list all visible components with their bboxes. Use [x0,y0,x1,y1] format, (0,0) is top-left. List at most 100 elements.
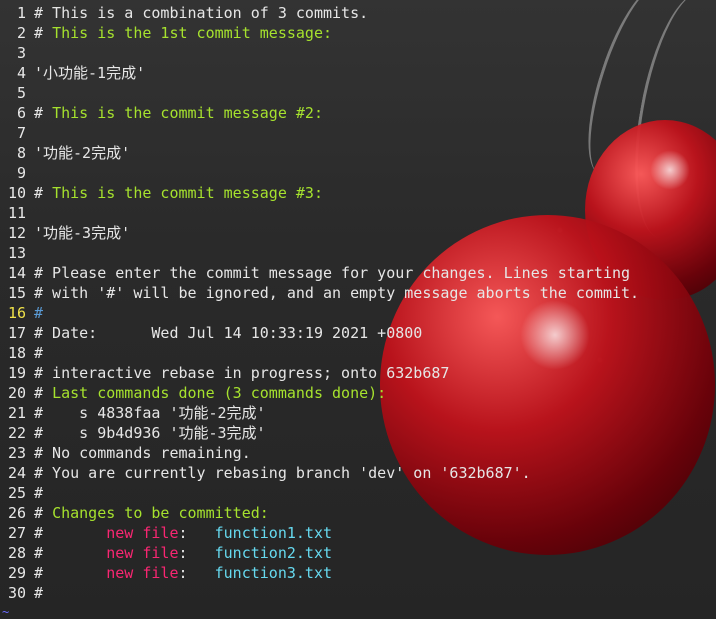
editor-line[interactable]: 12 '功能-3完成' [0,223,716,243]
editor-line[interactable]: 28 # new file: function2.txt [0,543,716,563]
line-text[interactable]: # [34,343,43,363]
line-number: 6 [16,104,26,122]
line-number: 5 [16,84,26,102]
line-number: 16 [7,304,26,322]
text-segment: : [178,564,215,582]
text-segment: # Date: Wed Jul 14 10:33:19 2021 +0800 [34,324,423,342]
text-segment: This is the commit message #3: [52,184,323,202]
text-segment: # [34,304,44,322]
line-number: 7 [16,124,26,142]
editor-line[interactable]: 14 # Please enter the commit message for … [0,263,716,283]
line-text[interactable]: # Last commands done (3 commands done): [34,383,386,403]
text-segment: new file [106,564,179,582]
text-segment: function2.txt [214,544,333,562]
line-text[interactable]: # new file: function2.txt [34,543,332,563]
editor-line[interactable]: 6 # This is the commit message #2: [0,103,716,123]
line-text[interactable]: '小功能-1完成' [34,63,145,83]
line-text[interactable]: '功能-3完成' [34,223,130,243]
editor-line[interactable]: 29 # new file: function3.txt [0,563,716,583]
line-text[interactable]: # Date: Wed Jul 14 10:33:19 2021 +0800 [34,323,422,343]
line-text[interactable]: # [34,583,43,603]
editor-line[interactable]: 11 [0,203,716,223]
editor-line[interactable]: 25 # [0,483,716,503]
editor-line[interactable]: 3 [0,43,716,63]
editor-line[interactable]: 1 # This is a combination of 3 commits. [0,3,716,23]
line-text[interactable]: # with '#' will be ignored, and an empty… [34,283,639,303]
line-text[interactable]: # [34,303,43,323]
text-segment: '功能-2完成' [34,144,131,162]
editor-line[interactable]: 20 # Last commands done (3 commands done)… [0,383,716,403]
text-segment: # This is a combination of 3 commits. [34,4,369,22]
text-segment: new file [106,524,179,542]
editor-line[interactable]: 21 # s 4838faa '功能-2完成' [0,403,716,423]
editor-line[interactable]: 2 # This is the 1st commit message: [0,23,716,43]
editor-line[interactable]: 24 # You are currently rebasing branch 'd… [0,463,716,483]
editor-line[interactable]: 17 # Date: Wed Jul 14 10:33:19 2021 +0800 [0,323,716,343]
line-text[interactable]: '功能-2完成' [34,143,130,163]
line-text[interactable]: # You are currently rebasing branch 'dev… [34,463,531,483]
line-text[interactable]: # This is the 1st commit message: [34,23,332,43]
line-number: 26 [7,504,26,522]
editor-line[interactable]: 13 [0,243,716,263]
text-segment: function3.txt [214,564,333,582]
text-segment: # [34,584,44,602]
line-number: 12 [7,224,26,242]
editor-line[interactable]: 22 # s 9b4d936 '功能-3完成' [0,423,716,443]
line-text[interactable]: # Changes to be committed: [34,503,269,523]
editor-line[interactable]: 30 # [0,583,716,603]
line-number: 29 [7,564,26,582]
text-segment: # No commands remaining. [34,444,251,462]
text-segment: # [34,504,53,522]
text-segment: : [178,524,215,542]
text-segment: # [34,564,107,582]
line-text[interactable]: # s 4838faa '功能-2完成' [34,403,266,423]
text-segment: '小功能-1完成' [34,64,146,82]
editor-line[interactable]: 7 [0,123,716,143]
editor-line[interactable]: 10 # This is the commit message #3: [0,183,716,203]
editor-line[interactable]: 16 # [0,303,716,323]
line-number: 8 [16,144,26,162]
editor-line[interactable]: 23 # No commands remaining. [0,443,716,463]
text-segment: # interactive rebase in progress; onto 6… [34,364,450,382]
line-number: 2 [16,24,26,42]
line-text[interactable]: # [34,483,43,503]
text-segment: This is the commit message #2: [52,104,323,122]
editor-line[interactable]: 15 # with '#' will be ignored, and an emp… [0,283,716,303]
text-segment: function1.txt [214,524,333,542]
text-segment: Last commands done (3 commands done): [52,384,387,402]
editor-line[interactable]: 26 # Changes to be committed: [0,503,716,523]
line-text[interactable]: # interactive rebase in progress; onto 6… [34,363,449,383]
editor-line[interactable]: 9 [0,163,716,183]
line-text[interactable]: # new file: function3.txt [34,563,332,583]
editor-line[interactable]: 8 '功能-2完成' [0,143,716,163]
line-text[interactable]: # s 9b4d936 '功能-3完成' [34,423,266,443]
editor-text-area[interactable]: 1 # This is a combination of 3 commits. 2 #… [0,3,716,603]
line-number: 28 [7,544,26,562]
line-number: 30 [7,584,26,602]
editor-line[interactable]: 5 [0,83,716,103]
line-text[interactable]: # No commands remaining. [34,443,251,463]
text-segment: # Please enter the commit message for yo… [34,264,631,282]
line-text[interactable]: # This is the commit message #2: [34,103,323,123]
line-text[interactable]: # This is a combination of 3 commits. [34,3,368,23]
editor-line[interactable]: 4 '小功能-1完成' [0,63,716,83]
line-text[interactable]: # new file: function1.txt [34,523,332,543]
text-segment: # s 9b4d936 '功能-3完成' [34,424,266,442]
line-text[interactable]: # This is the commit message #3: [34,183,323,203]
editor-line[interactable]: 18 # [0,343,716,363]
editor-line[interactable]: 19 # interactive rebase in progress; onto… [0,363,716,383]
text-segment: # [34,24,53,42]
line-number: 14 [7,264,26,282]
text-segment: new file [106,544,179,562]
line-number: 3 [16,44,26,62]
editor-line[interactable]: 27 # new file: function1.txt [0,523,716,543]
line-text[interactable]: # Please enter the commit message for yo… [34,263,630,283]
text-segment: This is the 1st commit message: [52,24,333,42]
text-segment: # [34,384,53,402]
text-segment: Changes to be committed: [52,504,269,522]
vim-editor[interactable]: 1 # This is a combination of 3 commits. 2 #… [0,0,716,619]
text-segment: '功能-3完成' [34,224,131,242]
text-segment: # [34,544,107,562]
line-number: 15 [7,284,26,302]
line-number: 22 [7,424,26,442]
